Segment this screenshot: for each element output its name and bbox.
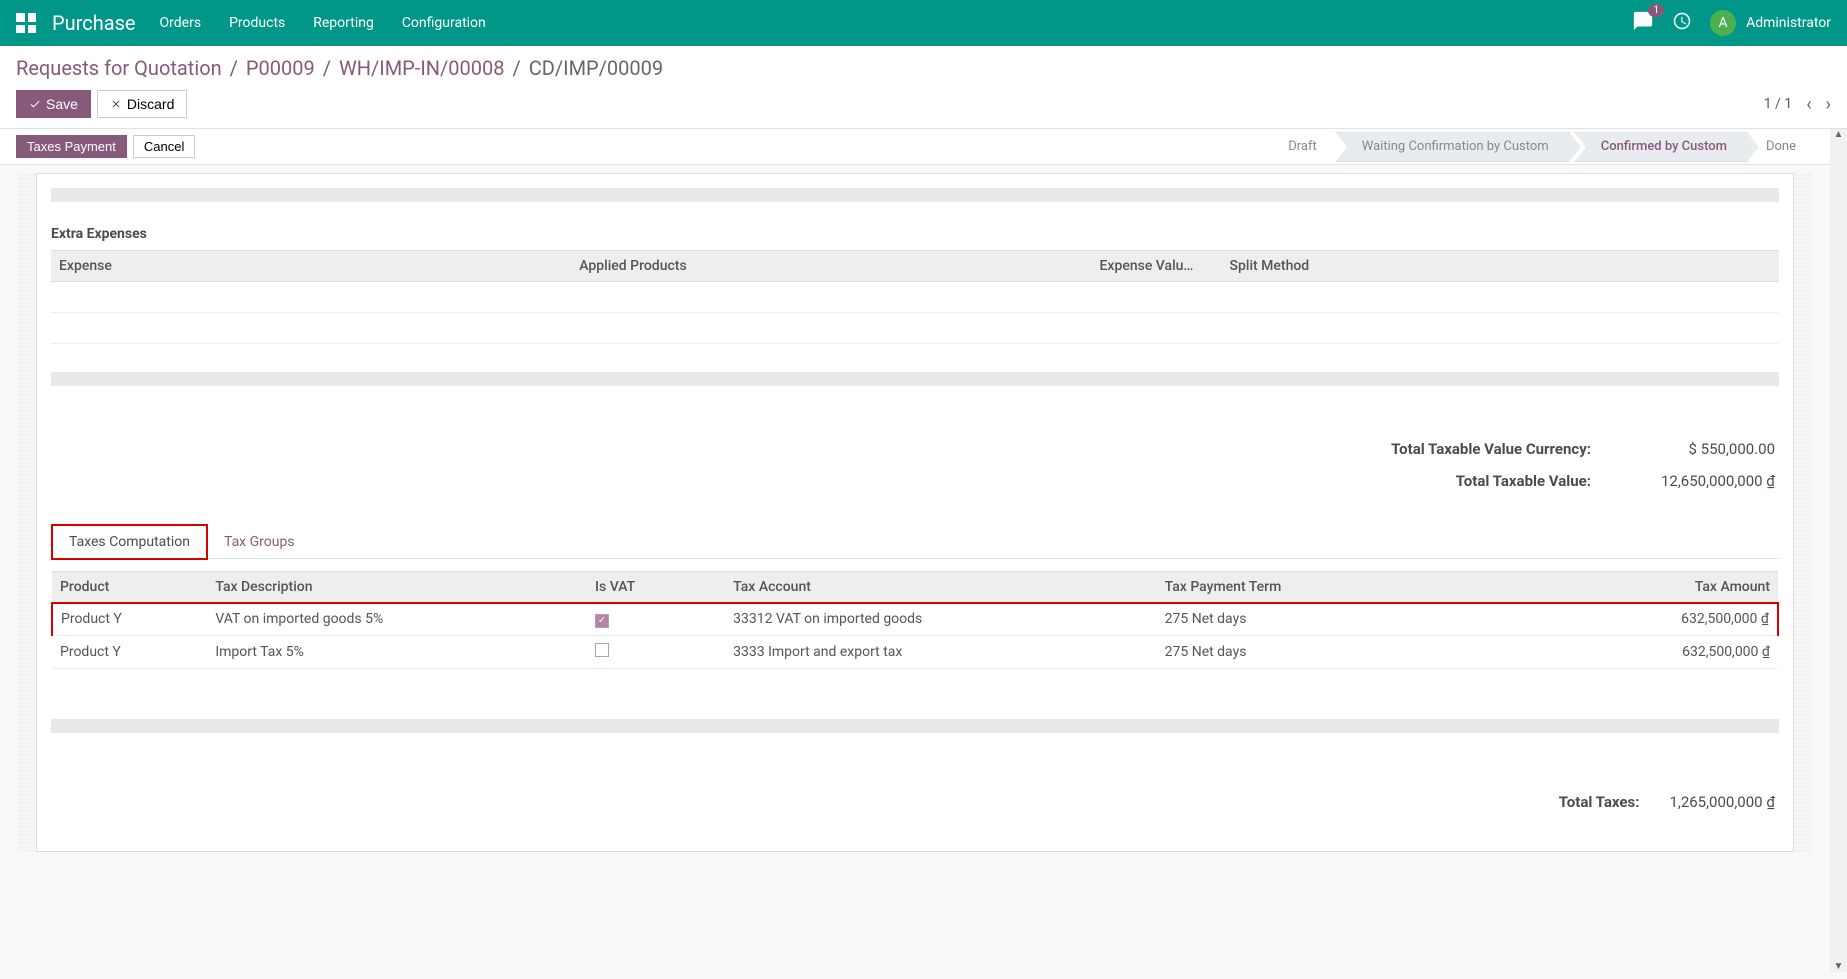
form-sheet: Extra Expenses Expense Applied Products … [36,173,1794,852]
activities-icon[interactable] [1672,11,1692,35]
total-taxes-label: Total Taxes: [1559,793,1640,811]
checkbox-icon[interactable] [595,643,609,657]
table-row[interactable] [51,282,1779,313]
checkbox-icon[interactable]: ✓ [595,614,609,628]
messaging-icon[interactable]: 1 [1632,10,1654,36]
breadcrumb-current: CD/IMP/00009 [529,56,663,80]
cell-tax-term: 275 Net days [1157,603,1450,635]
col-product[interactable]: Product [52,572,207,604]
menu-configuration[interactable]: Configuration [402,15,486,31]
cell-tax-amount: 632,500,000 ₫ [1450,603,1778,635]
cell-tax-term: 275 Net days [1157,635,1450,668]
table-row[interactable]: Product Y Import Tax 5% 3333 Import and … [52,635,1778,668]
total-value-label: Total Taxable Value: [1456,472,1591,490]
breadcrumb-rfq[interactable]: Requests for Quotation [16,56,222,80]
status-draft[interactable]: Draft [1274,132,1331,162]
discard-button[interactable]: Discard [97,90,187,118]
taxes-computation-table: Product Tax Description Is VAT Tax Accou… [51,571,1779,669]
extra-expenses-title: Extra Expenses [51,220,1779,250]
tabs: Taxes Computation Tax Groups [51,526,1779,559]
tab-taxes-computation[interactable]: Taxes Computation [51,524,208,560]
control-panel: Requests for Quotation / P00009 / WH/IMP… [0,46,1847,129]
total-taxes-value: 1,265,000,000 ₫ [1669,793,1775,811]
col-split-method[interactable]: Split Method [1222,251,1779,282]
sheet-margin-right [1794,173,1812,852]
separator-band [51,719,1779,733]
user-name: Administrator [1746,15,1831,31]
menu-orders[interactable]: Orders [160,15,202,31]
cancel-button[interactable]: Cancel [133,135,195,158]
apps-icon[interactable] [16,13,36,33]
status-confirmed[interactable]: Confirmed by Custom [1574,132,1748,162]
col-tax-desc[interactable]: Tax Description [207,572,587,604]
tab-tax-groups[interactable]: Tax Groups [208,526,311,558]
top-navbar: Purchase Orders Products Reporting Confi… [0,0,1847,46]
notification-badge: 1 [1648,4,1664,17]
form-scroll-area[interactable]: Extra Expenses Expense Applied Products … [0,165,1830,972]
scroll-up-icon[interactable]: ▲ [1834,129,1844,140]
cell-product: Product Y [52,603,207,635]
sheet-margin-left [18,173,36,852]
total-value-value: 12,650,000,000 ₫ [1625,472,1775,490]
close-icon [110,98,122,110]
table-row[interactable]: Product Y VAT on imported goods 5% ✓ 333… [52,603,1778,635]
scroll-down-icon[interactable]: ▼ [1834,961,1844,972]
systray: 1 A Administrator [1632,10,1831,36]
col-tax-account[interactable]: Tax Account [725,572,1157,604]
cell-tax-amount: 632,500,000 ₫ [1450,635,1778,668]
menu-reporting[interactable]: Reporting [313,15,374,31]
col-tax-amount[interactable]: Tax Amount [1450,572,1778,604]
total-taxes-block: Total Taxes: 1,265,000,000 ₫ [51,793,1779,811]
cell-tax-account: 3333 Import and export tax [725,635,1157,668]
status-steps: Draft Waiting Confirmation by Custom Con… [1274,132,1814,162]
separator-band [51,188,1779,202]
cell-tax-account: 33312 VAT on imported goods [725,603,1157,635]
cell-is-vat [587,635,725,668]
cell-tax-desc: VAT on imported goods 5% [207,603,587,635]
menu-products[interactable]: Products [229,15,285,31]
user-menu[interactable]: A Administrator [1710,10,1831,36]
avatar: A [1710,10,1736,36]
check-icon [29,98,41,110]
total-currency-label: Total Taxable Value Currency: [1391,440,1591,458]
totals-block: Total Taxable Value Currency: $ 550,000.… [51,440,1779,490]
separator-band [51,372,1779,386]
cell-is-vat: ✓ [587,603,725,635]
pager-value[interactable]: 1 / 1 [1764,96,1792,112]
breadcrumb-po[interactable]: P00009 [246,56,315,80]
table-row[interactable] [51,313,1779,344]
taxes-payment-button[interactable]: Taxes Payment [16,135,127,158]
col-applied-products[interactable]: Applied Products [571,251,1091,282]
pager: 1 / 1 ‹ › [1764,94,1831,115]
status-done[interactable]: Done [1752,132,1810,162]
col-is-vat[interactable]: Is VAT [587,572,725,604]
breadcrumb-picking[interactable]: WH/IMP-IN/00008 [339,56,504,80]
vertical-scrollbar[interactable]: ▲ ▼ [1830,129,1847,972]
app-brand[interactable]: Purchase [52,11,136,35]
col-tax-term[interactable]: Tax Payment Term [1157,572,1450,604]
status-waiting[interactable]: Waiting Confirmation by Custom [1335,132,1570,162]
col-expense-value[interactable]: Expense Valu… [1092,251,1222,282]
pager-next[interactable]: › [1826,94,1831,115]
cell-tax-desc: Import Tax 5% [207,635,587,668]
save-button[interactable]: Save [16,90,91,118]
main-menu: Orders Products Reporting Configuration [160,15,1633,31]
status-bar: Taxes Payment Cancel Draft Waiting Confi… [0,129,1830,165]
pager-prev[interactable]: ‹ [1806,94,1811,115]
total-currency-value: $ 550,000.00 [1625,440,1775,458]
cell-product: Product Y [52,635,207,668]
col-expense[interactable]: Expense [51,251,571,282]
extra-expenses-table: Expense Applied Products Expense Valu… S… [51,250,1779,344]
breadcrumb: Requests for Quotation / P00009 / WH/IMP… [16,56,1831,80]
